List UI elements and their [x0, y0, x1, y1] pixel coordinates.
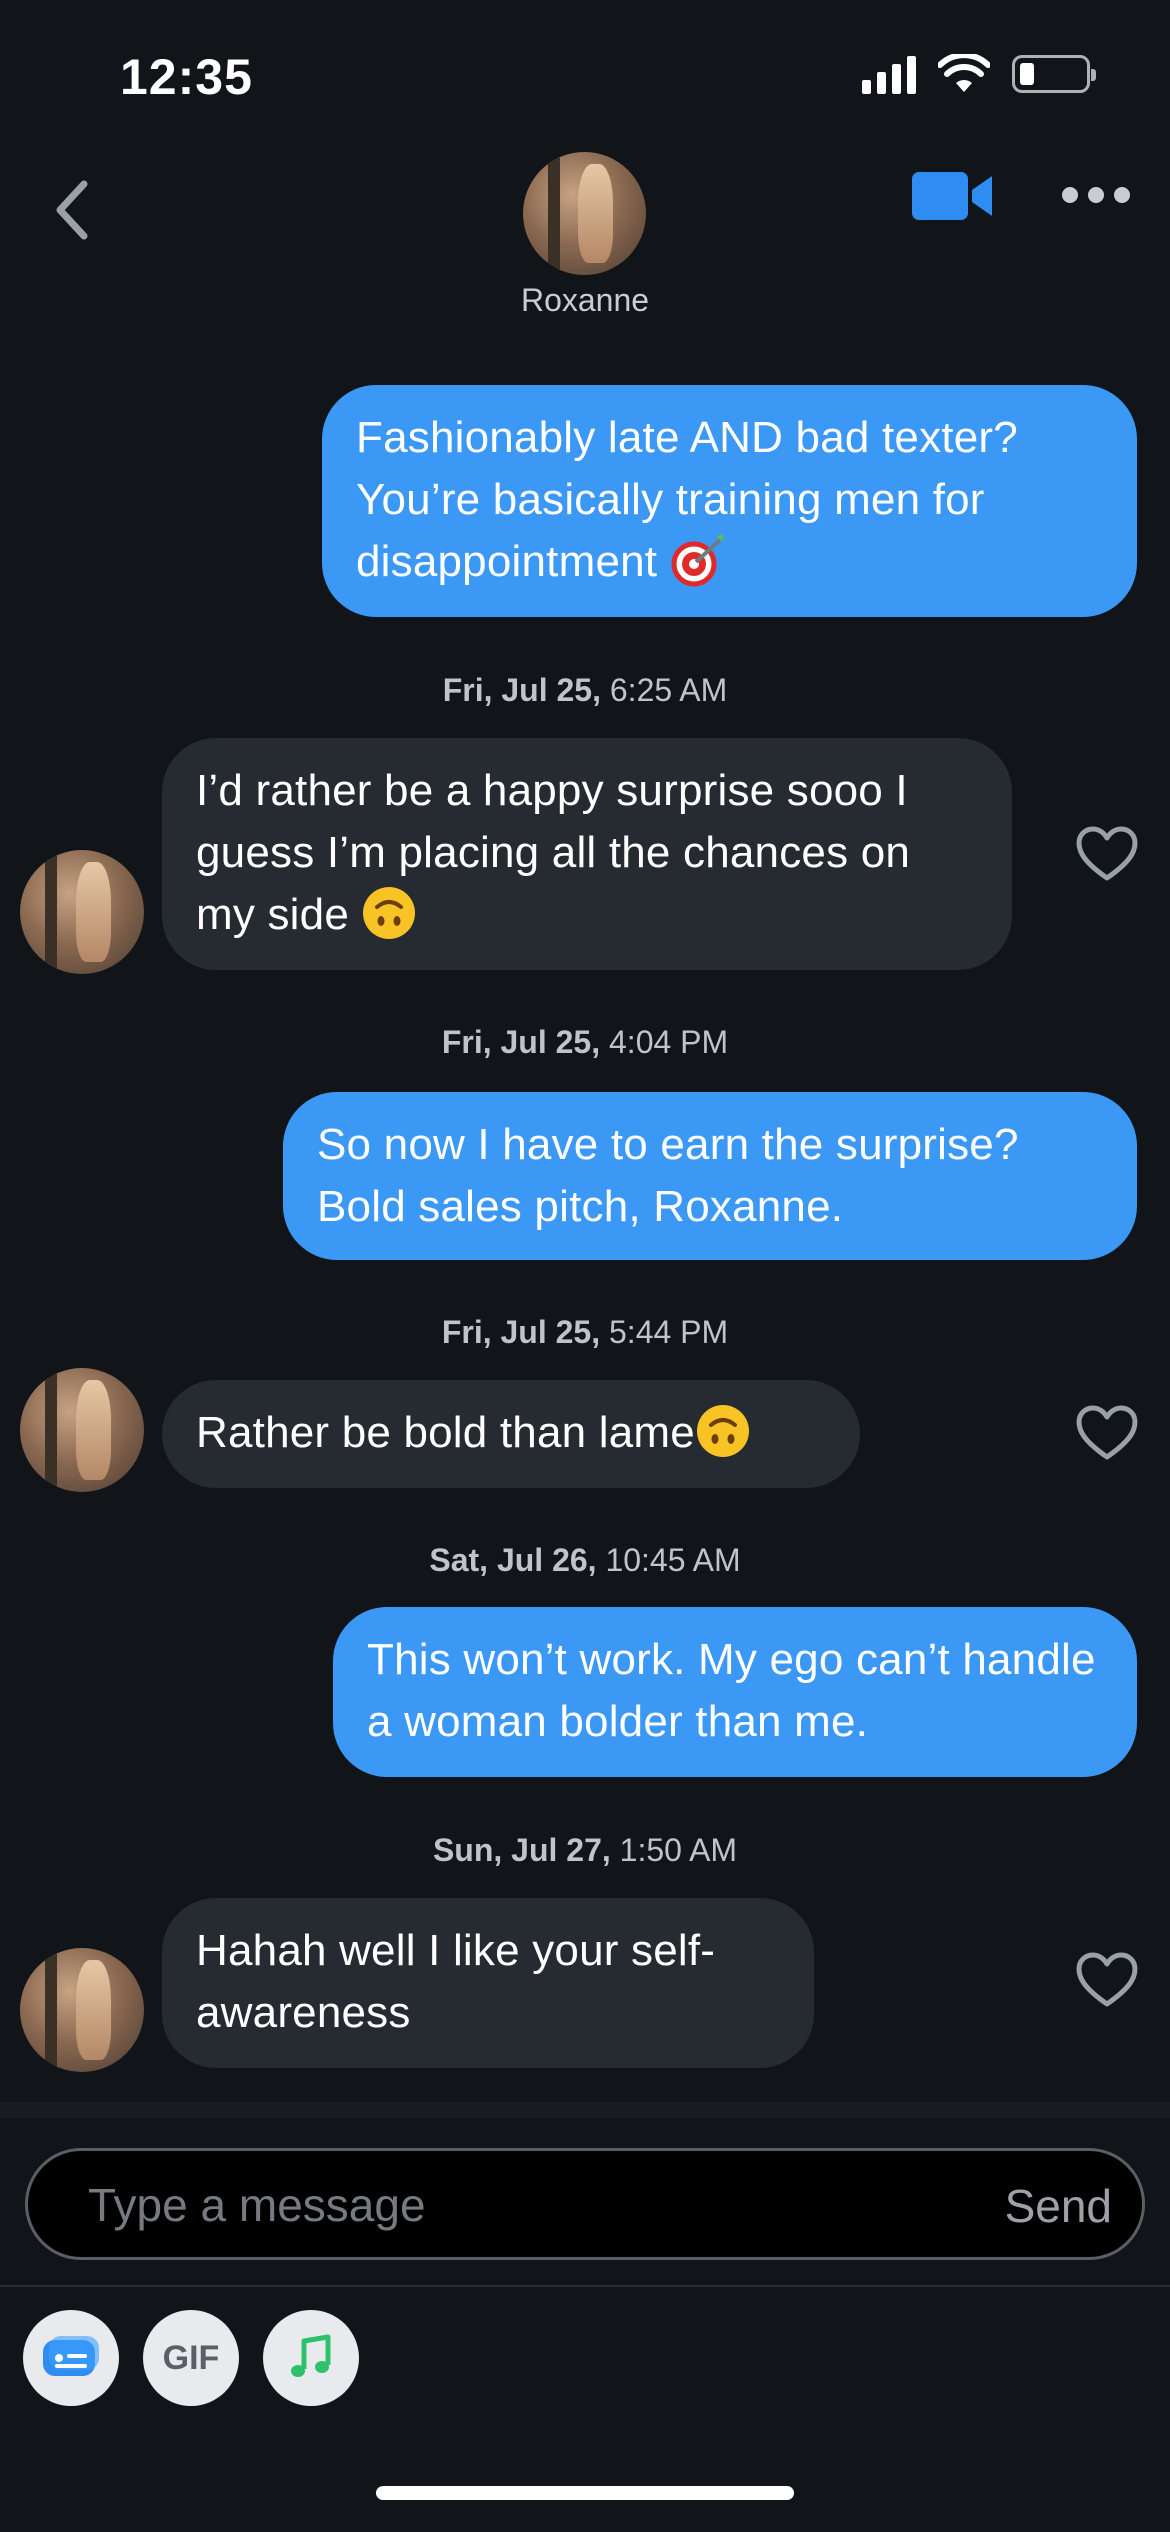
sender-avatar[interactable]: [20, 850, 144, 974]
message-bubble-outgoing[interactable]: This won’t work. My ego can’t handle a w…: [333, 1607, 1137, 1777]
send-button[interactable]: Send: [1005, 2179, 1112, 2233]
video-call-icon[interactable]: [912, 168, 996, 224]
message-text: Hahah well I like your self-awareness: [196, 1926, 716, 2037]
composer-divider: [0, 2102, 1170, 2118]
sender-avatar[interactable]: [20, 1368, 144, 1492]
timestamp: Fri, Jul 25, 6:25 AM: [442, 672, 728, 708]
timestamp: Fri, Jul 25, 4:04 PM: [441, 1024, 729, 1060]
wifi-icon: [938, 54, 990, 92]
message-text: I’d rather be a happy surprise sooo I gu…: [196, 766, 911, 939]
message-text: So now I have to earn the surprise? Bold…: [317, 1120, 1019, 1231]
message-bubble-incoming[interactable]: I’d rather be a happy surprise sooo I gu…: [162, 738, 1012, 970]
timestamp: Fri, Jul 25, 5:44 PM: [441, 1314, 729, 1350]
direct-hit-emoji-icon: [671, 534, 724, 587]
timestamp: Sun, Jul 27, 1:50 AM: [432, 1832, 738, 1868]
upside-down-face-emoji-icon: [696, 1405, 749, 1458]
like-heart-icon[interactable]: [1076, 826, 1138, 884]
message-bubble-incoming[interactable]: Hahah well I like your self-awareness: [162, 1898, 814, 2068]
message-text: Rather be bold than lame: [196, 1408, 695, 1457]
toolbar-divider: [0, 2285, 1170, 2287]
more-options-icon[interactable]: [1062, 180, 1132, 210]
message-text: This won’t work. My ego can’t handle a w…: [367, 1635, 1096, 1746]
contact-avatar[interactable]: [523, 152, 646, 275]
sticker-card-button[interactable]: [23, 2310, 119, 2406]
cellular-signal-icon: [862, 54, 916, 94]
upside-down-face-emoji-icon: [363, 887, 416, 940]
profile-card-icon: [43, 2336, 99, 2376]
back-chevron-icon[interactable]: [40, 170, 110, 250]
status-time: 12:35: [120, 49, 253, 105]
sender-avatar[interactable]: [20, 1948, 144, 2072]
message-bubble-outgoing[interactable]: Fashionably late AND bad texter? You’re …: [322, 385, 1137, 617]
message-bubble-outgoing[interactable]: So now I have to earn the surprise? Bold…: [283, 1092, 1137, 1260]
music-note-icon: [291, 2334, 331, 2377]
home-indicator[interactable]: [376, 2486, 794, 2500]
timestamp: Sat, Jul 26, 10:45 AM: [429, 1542, 741, 1578]
message-composer: Send: [25, 2148, 1145, 2260]
message-input[interactable]: [88, 2173, 888, 2237]
like-heart-icon[interactable]: [1076, 1405, 1138, 1463]
like-heart-icon[interactable]: [1076, 1952, 1138, 2010]
status-icons: [862, 54, 1096, 94]
music-button[interactable]: [263, 2310, 359, 2406]
battery-icon: [1012, 55, 1096, 93]
gif-button[interactable]: GIF: [143, 2310, 239, 2406]
contact-name[interactable]: Roxanne: [0, 282, 1170, 319]
chat-screen: 12:35 Roxanne Fashionably late AND bad t…: [0, 0, 1170, 2532]
message-bubble-incoming[interactable]: Rather be bold than lame: [162, 1380, 860, 1488]
gif-label: GIF: [162, 2338, 220, 2377]
